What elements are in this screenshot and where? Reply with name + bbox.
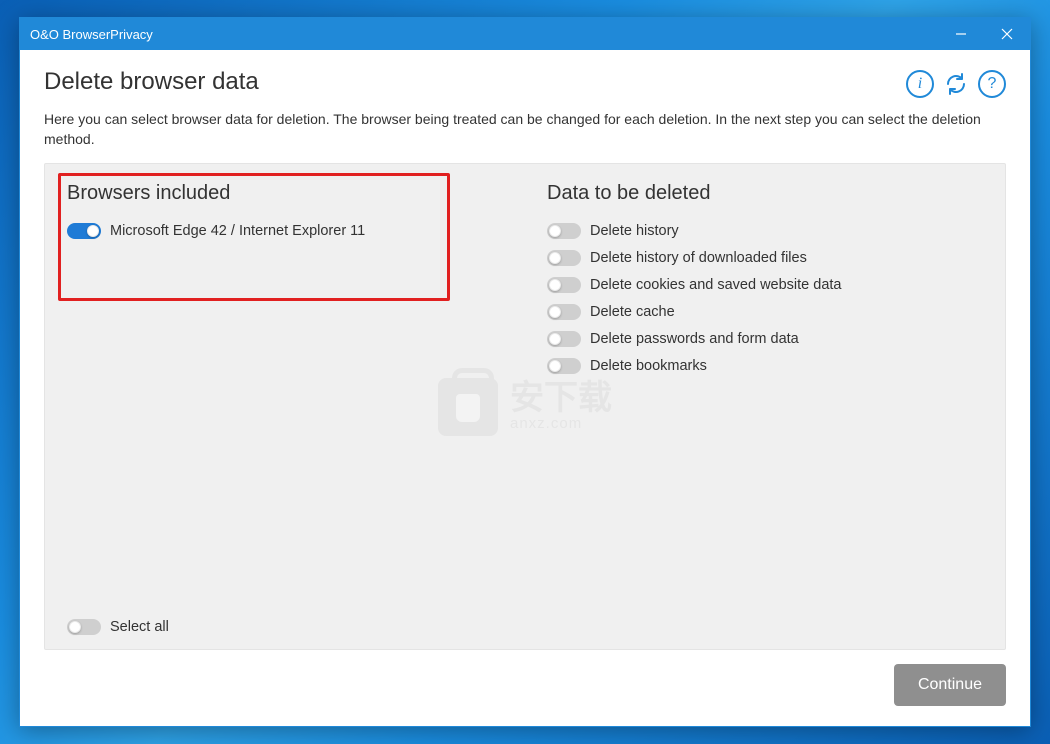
minimize-button[interactable] (938, 18, 984, 50)
data-toggle-switch[interactable] (547, 223, 581, 239)
app-window: O&O BrowserPrivacy Delete browser data i… (19, 17, 1031, 727)
data-toggle-switch[interactable] (547, 250, 581, 266)
refresh-icon[interactable] (942, 70, 970, 98)
page-description: Here you can select browser data for del… (44, 110, 1006, 149)
data-toggle-row[interactable]: Delete cache (547, 304, 983, 320)
data-toggle-row[interactable]: Delete cookies and saved website data (547, 277, 983, 293)
continue-button[interactable]: Continue (894, 664, 1006, 706)
content-area: Delete browser data i ? Here you can sel… (20, 50, 1030, 726)
data-toggle-label: Delete bookmarks (590, 358, 707, 374)
data-toggle-label: Delete cache (590, 304, 675, 320)
help-icon[interactable]: ? (978, 70, 1006, 98)
select-all-label: Select all (110, 619, 169, 635)
browser-toggle-switch[interactable] (67, 223, 101, 239)
main-panel: 安下载 anxz.com Browsers included Microsoft… (44, 163, 1006, 650)
close-button[interactable] (984, 18, 1030, 50)
data-toggle-row[interactable]: Delete history of downloaded files (547, 250, 983, 266)
select-all-toggle[interactable]: Select all (67, 619, 169, 635)
data-toggle-switch[interactable] (547, 331, 581, 347)
data-toggle-switch[interactable] (547, 358, 581, 374)
data-column: Data to be deleted Delete history Delete … (547, 182, 983, 619)
browsers-column: Browsers included Microsoft Edge 42 / In… (67, 182, 507, 619)
data-toggle-label: Delete history (590, 223, 679, 239)
info-icon[interactable]: i (906, 70, 934, 98)
data-section-title: Data to be deleted (547, 182, 983, 205)
data-toggle-label: Delete history of downloaded files (590, 250, 807, 266)
select-all-switch[interactable] (67, 619, 101, 635)
data-toggle-row[interactable]: Delete passwords and form data (547, 331, 983, 347)
data-toggle-switch[interactable] (547, 304, 581, 320)
data-toggle-row[interactable]: Delete bookmarks (547, 358, 983, 374)
window-title: O&O BrowserPrivacy (30, 27, 153, 42)
data-toggle-row[interactable]: Delete history (547, 223, 983, 239)
page-title: Delete browser data (44, 68, 906, 96)
browser-toggle-row[interactable]: Microsoft Edge 42 / Internet Explorer 11 (67, 223, 507, 239)
browsers-section-title: Browsers included (67, 182, 507, 205)
data-toggle-label: Delete cookies and saved website data (590, 277, 842, 293)
data-toggle-switch[interactable] (547, 277, 581, 293)
browser-toggle-label: Microsoft Edge 42 / Internet Explorer 11 (110, 223, 365, 239)
titlebar: O&O BrowserPrivacy (20, 18, 1030, 50)
data-toggle-label: Delete passwords and form data (590, 331, 799, 347)
